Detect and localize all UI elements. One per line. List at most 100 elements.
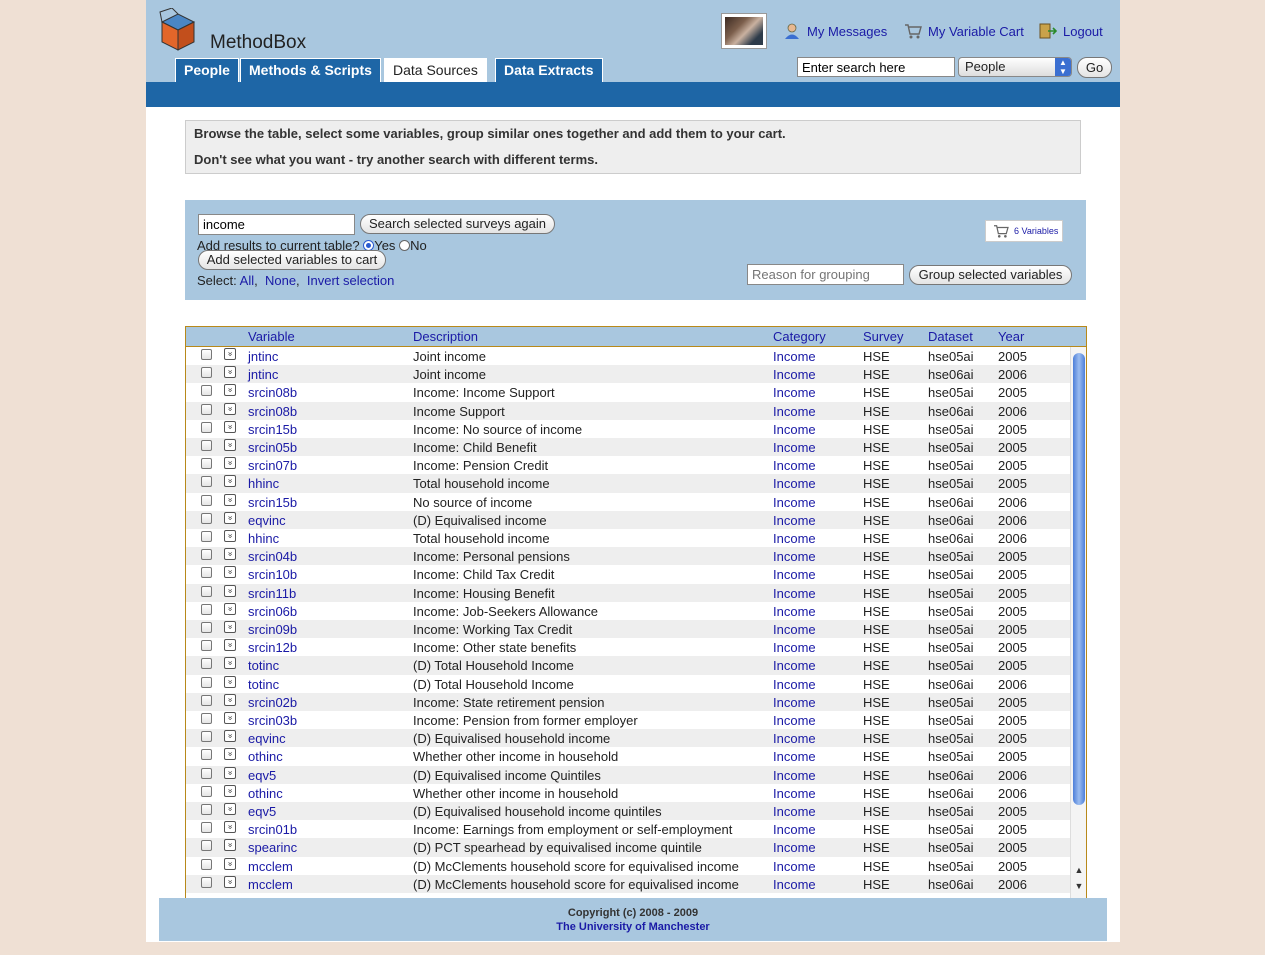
cell-category[interactable]: Income <box>773 513 816 528</box>
user-avatar[interactable] <box>721 13 767 49</box>
expand-row-icon[interactable]: » <box>224 639 236 652</box>
row-checkbox[interactable] <box>201 858 212 870</box>
expand-row-icon[interactable]: » <box>224 584 236 597</box>
expand-row-icon[interactable]: » <box>224 803 236 815</box>
expand-row-icon[interactable]: » <box>224 475 236 488</box>
expand-row-icon[interactable]: » <box>224 402 236 415</box>
no-radio[interactable] <box>399 240 411 251</box>
row-checkbox[interactable] <box>201 658 212 670</box>
tab-people[interactable]: People <box>175 58 239 82</box>
cell-category[interactable]: Income <box>773 695 816 710</box>
cell-variable[interactable]: srcin02b <box>248 695 297 710</box>
cart-count-widget[interactable]: 6 Variables <box>985 220 1063 242</box>
row-checkbox[interactable] <box>201 713 212 724</box>
cell-category[interactable]: Income <box>773 440 816 455</box>
row-checkbox[interactable] <box>201 421 212 433</box>
cell-variable[interactable]: srcin07b <box>248 458 297 473</box>
col-survey[interactable]: Survey <box>863 329 903 344</box>
expand-row-icon[interactable]: » <box>224 457 236 470</box>
row-checkbox[interactable] <box>201 367 212 379</box>
cell-category[interactable]: Income <box>773 640 816 655</box>
cell-variable[interactable]: srcin12b <box>248 640 297 655</box>
cell-category[interactable]: Income <box>773 749 816 764</box>
col-description[interactable]: Description <box>413 329 478 344</box>
cell-variable[interactable]: srcin15b <box>248 422 297 437</box>
row-checkbox[interactable] <box>201 804 212 815</box>
cell-variable[interactable]: srcin01b <box>248 822 297 837</box>
expand-row-icon[interactable]: » <box>224 366 236 379</box>
cell-category[interactable]: Income <box>773 877 816 892</box>
scroll-down-icon[interactable]: ▼ <box>1074 881 1084 891</box>
row-checkbox[interactable] <box>201 531 212 542</box>
row-checkbox[interactable] <box>201 585 212 597</box>
row-checkbox[interactable] <box>201 567 212 579</box>
cell-category[interactable]: Income <box>773 677 816 692</box>
site-search-input[interactable] <box>797 57 955 77</box>
cell-category[interactable]: Income <box>773 367 816 382</box>
expand-row-icon[interactable]: » <box>224 693 236 706</box>
cell-variable[interactable]: totinc <box>248 677 279 692</box>
row-checkbox[interactable] <box>201 476 212 488</box>
cell-variable[interactable]: eqv5 <box>248 768 276 783</box>
row-checkbox[interactable] <box>201 749 212 761</box>
expand-row-icon[interactable]: » <box>224 675 236 688</box>
cell-variable[interactable]: srcin06b <box>248 604 297 619</box>
cell-category[interactable]: Income <box>773 458 816 473</box>
search-surveys-again-button[interactable]: Search selected surveys again <box>360 214 555 234</box>
search-scope-select[interactable]: People ▲ ▼ <box>958 57 1072 77</box>
tab-data-sources[interactable]: Data Sources <box>384 58 487 82</box>
cell-category[interactable]: Income <box>773 713 816 728</box>
cell-category[interactable]: Income <box>773 658 816 673</box>
my-messages-link[interactable]: My Messages <box>783 23 887 39</box>
methodbox-logo[interactable]: MethodBox <box>158 8 318 56</box>
cell-variable[interactable]: jntinc <box>248 349 278 364</box>
row-checkbox[interactable] <box>201 549 212 561</box>
cell-category[interactable]: Income <box>773 495 816 510</box>
cell-variable[interactable]: jntinc <box>248 367 278 382</box>
row-checkbox[interactable] <box>201 785 212 797</box>
expand-row-icon[interactable]: » <box>224 566 236 579</box>
expand-row-icon[interactable]: » <box>224 712 236 724</box>
row-checkbox[interactable] <box>201 694 212 706</box>
cell-variable[interactable]: totinc <box>248 658 279 673</box>
cell-category[interactable]: Income <box>773 822 816 837</box>
expand-row-icon[interactable]: » <box>224 875 236 888</box>
row-checkbox[interactable] <box>201 385 212 397</box>
expand-row-icon[interactable]: » <box>224 821 236 834</box>
cell-category[interactable]: Income <box>773 349 816 364</box>
expand-row-icon[interactable]: » <box>224 839 236 852</box>
cell-variable[interactable]: eqv5 <box>248 804 276 819</box>
expand-row-icon[interactable]: » <box>224 857 236 870</box>
row-checkbox[interactable] <box>201 767 212 779</box>
expand-row-icon[interactable]: » <box>224 766 236 779</box>
expand-row-icon[interactable]: » <box>224 530 236 542</box>
cell-category[interactable]: Income <box>773 731 816 746</box>
expand-row-icon[interactable]: » <box>224 511 236 524</box>
cell-category[interactable]: Income <box>773 531 816 546</box>
row-checkbox[interactable] <box>201 458 212 470</box>
group-selected-variables-button[interactable]: Group selected variables <box>909 265 1072 285</box>
row-checkbox[interactable] <box>201 494 212 506</box>
cell-variable[interactable]: srcin11b <box>248 586 296 601</box>
col-dataset[interactable]: Dataset <box>928 329 973 344</box>
row-checkbox[interactable] <box>201 440 212 451</box>
cell-variable[interactable]: hhinc <box>248 531 279 546</box>
cell-category[interactable]: Income <box>773 804 816 819</box>
row-checkbox[interactable] <box>201 731 212 743</box>
expand-row-icon[interactable]: » <box>224 748 236 761</box>
cell-category[interactable]: Income <box>773 422 816 437</box>
cell-variable[interactable]: mcclem <box>248 877 293 892</box>
row-checkbox[interactable] <box>201 349 212 360</box>
cell-variable[interactable]: srcin08b <box>248 404 297 419</box>
row-checkbox[interactable] <box>201 640 212 652</box>
select-none-link[interactable]: None <box>265 273 296 288</box>
tab-methods-scripts[interactable]: Methods & Scripts <box>240 58 381 82</box>
expand-row-icon[interactable]: » <box>224 548 236 561</box>
my-variable-cart-link[interactable]: My Variable Cart <box>904 23 1024 39</box>
cell-category[interactable]: Income <box>773 586 816 601</box>
cell-category[interactable]: Income <box>773 768 816 783</box>
cell-variable[interactable]: hhinc <box>248 476 279 491</box>
expand-row-icon[interactable]: » <box>224 657 236 670</box>
expand-row-icon[interactable]: » <box>224 784 236 797</box>
cell-variable[interactable]: othinc <box>248 786 283 801</box>
